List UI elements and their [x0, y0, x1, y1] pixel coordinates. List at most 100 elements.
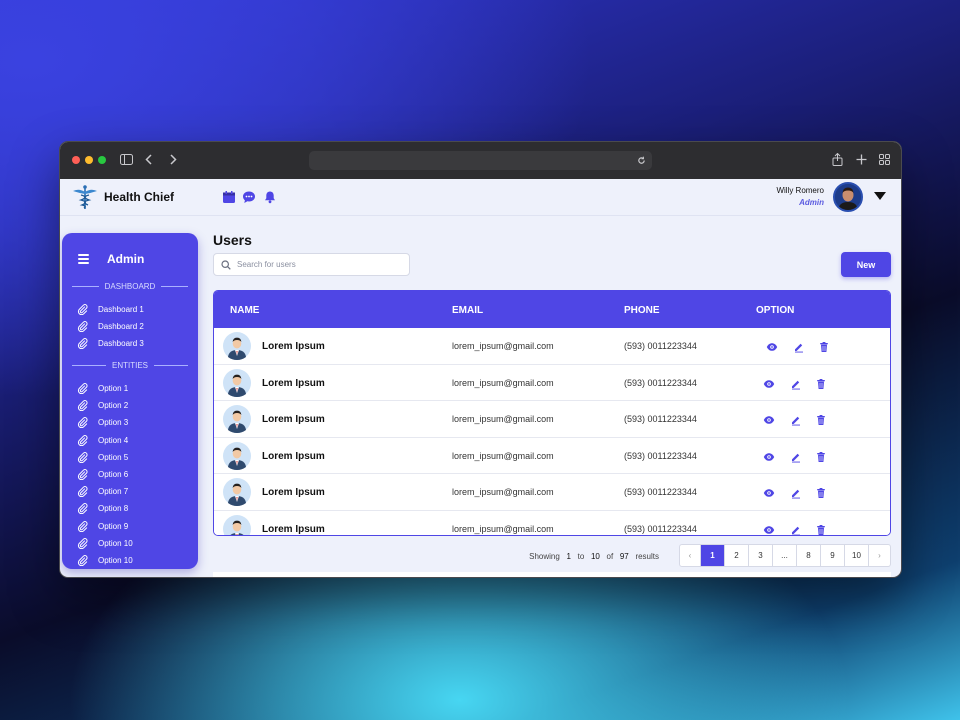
sidebar-item-option-9[interactable]: Option 9	[77, 520, 129, 532]
user-phone-cell: (593) 0011223344	[624, 487, 697, 497]
column-header-email[interactable]: EMAIL	[452, 305, 483, 316]
minimize-window-button[interactable]	[85, 156, 93, 164]
column-header-phone[interactable]: PHONE	[624, 305, 660, 316]
caduceus-logo-icon[interactable]	[72, 184, 98, 210]
reload-icon[interactable]	[637, 156, 646, 165]
tab-overview-icon[interactable]	[879, 154, 890, 165]
user-avatar-icon	[223, 368, 251, 397]
sidebar-item-label: Option 6	[98, 470, 129, 479]
user-name-cell: Lorem Ipsum	[262, 450, 325, 462]
delete-icon[interactable]	[815, 523, 827, 535]
sidebar-item-option-5[interactable]: Option 5	[77, 451, 128, 463]
edit-icon[interactable]	[790, 486, 802, 499]
sidebar-item-option-2[interactable]: Option 2	[77, 400, 129, 412]
search-input[interactable]	[237, 260, 397, 269]
page-button-2[interactable]: 2	[725, 545, 749, 566]
sidebar-item-dashboard-1[interactable]: Dashboard 1	[77, 304, 144, 315]
user-phone-cell: (593) 0011223344	[624, 414, 697, 424]
page-button-1[interactable]: 1	[701, 545, 725, 566]
table-row[interactable]: Lorem Ipsum lorem_ipsum@gmail.com (593) 00…	[214, 401, 890, 438]
close-window-button[interactable]	[72, 156, 80, 164]
sidebar-section-dashboard: DASHBOARD	[72, 282, 188, 291]
user-phone-cell: (593) 0011223344	[624, 523, 697, 534]
view-icon[interactable]	[763, 486, 775, 498]
user-avatar-icon	[223, 478, 251, 506]
address-bar[interactable]	[309, 151, 652, 170]
column-header-option: OPTION	[756, 305, 795, 316]
view-icon[interactable]	[763, 523, 775, 535]
table-header: NAME EMAIL PHONE OPTION	[214, 291, 890, 328]
user-name-cell: Lorem Ipsum	[262, 487, 325, 498]
sidebar-item-option-3[interactable]: Option 3	[77, 417, 128, 429]
sidebar-item-option-11[interactable]: Option 10	[77, 555, 133, 566]
paperclip-icon	[77, 434, 88, 446]
search-box[interactable]	[213, 253, 410, 276]
calendar-icon[interactable]	[222, 190, 236, 204]
brand-name: Health Chief	[104, 190, 175, 204]
edit-icon[interactable]	[790, 377, 802, 389]
delete-icon[interactable]	[815, 486, 827, 498]
table-row[interactable]: Lorem Ipsum lorem_ipsum@gmail.com (593) 00…	[214, 328, 890, 365]
delete-icon[interactable]	[818, 340, 830, 352]
sidebar-item-dashboard-3[interactable]: Dashboard 3	[77, 338, 144, 350]
column-header-name[interactable]: NAME	[230, 305, 259, 316]
user-name: Willy Romero	[776, 186, 824, 195]
new-tab-icon[interactable]	[856, 154, 867, 165]
paperclip-icon	[77, 520, 88, 532]
maximize-window-button[interactable]	[98, 156, 106, 164]
bell-icon[interactable]	[263, 190, 277, 204]
sidebar-toggle-icon[interactable]	[120, 154, 133, 165]
sidebar-item-option-8[interactable]: Option 8	[77, 503, 128, 515]
view-icon[interactable]	[763, 377, 775, 389]
hamburger-menu-icon[interactable]	[78, 254, 89, 266]
sidebar-item-dashboard-2[interactable]: Dashboard 2	[77, 321, 144, 333]
user-email-cell: lorem_ipsum@gmail.com	[452, 487, 554, 497]
view-icon[interactable]	[763, 413, 775, 425]
search-icon	[221, 259, 231, 270]
view-icon[interactable]	[766, 340, 778, 352]
chat-icon[interactable]	[242, 190, 256, 204]
table-row[interactable]: Lorem Ipsum lorem_ipsum@gmail.com (593) 00…	[214, 510, 890, 535]
page-button-9[interactable]: 9	[821, 545, 845, 566]
previous-page-icon[interactable]: ‹	[680, 545, 701, 566]
delete-icon[interactable]	[815, 450, 827, 462]
user-avatar-icon	[223, 405, 251, 433]
user-menu-caret-icon[interactable]	[874, 192, 886, 200]
sidebar-item-label: Option 2	[98, 401, 129, 411]
next-page-icon[interactable]: ›	[869, 545, 890, 566]
delete-icon[interactable]	[815, 377, 827, 389]
main-content: Users New NAME EMAIL PHONE OPTION Lorem …	[213, 216, 891, 577]
sidebar-section-entities: ENTITIES	[72, 361, 189, 370]
edit-icon[interactable]	[790, 523, 802, 535]
page-button-3[interactable]: 3	[749, 545, 773, 566]
edit-icon[interactable]	[793, 340, 805, 353]
table-row[interactable]: Lorem Ipsum lorem_ipsum@gmail.com (593) 00…	[214, 364, 890, 401]
user-name-cell: Lorem Ipsum	[262, 377, 325, 389]
edit-icon[interactable]	[790, 413, 802, 426]
paperclip-icon	[77, 321, 88, 333]
back-icon[interactable]	[145, 154, 153, 165]
sidebar-title: Admin	[107, 252, 145, 266]
sidebar-item-option-7[interactable]: Option 7	[77, 486, 128, 498]
user-avatar[interactable]	[833, 182, 863, 212]
sidebar-item-option-6[interactable]: Option 6	[77, 469, 128, 480]
delete-icon[interactable]	[815, 413, 827, 425]
user-email-cell: lorem_ipsum@gmail.com	[452, 523, 554, 534]
user-avatar-icon	[223, 332, 251, 360]
sidebar-item-option-1[interactable]: Option 1	[77, 383, 128, 394]
user-phone-cell: (593) 0011223344	[624, 341, 697, 351]
sidebar-item-option-10[interactable]: Option 10	[77, 537, 133, 549]
table-row[interactable]: Lorem Ipsum lorem_ipsum@gmail.com (593) 00…	[214, 474, 890, 511]
edit-icon[interactable]	[790, 450, 802, 462]
paperclip-icon	[77, 469, 88, 480]
sidebar-item-label: Option 9	[98, 521, 129, 531]
page-button-10[interactable]: 10	[845, 545, 869, 566]
sidebar-item-option-4[interactable]: Option 4	[77, 434, 128, 446]
share-icon[interactable]	[832, 153, 843, 166]
page-button-8[interactable]: 8	[797, 545, 821, 566]
new-user-button[interactable]: New	[841, 252, 891, 277]
table-row[interactable]: Lorem Ipsum lorem_ipsum@gmail.com (593) 00…	[214, 437, 890, 474]
view-icon[interactable]	[763, 450, 775, 462]
forward-icon[interactable]	[169, 154, 177, 165]
paperclip-icon	[77, 304, 88, 315]
